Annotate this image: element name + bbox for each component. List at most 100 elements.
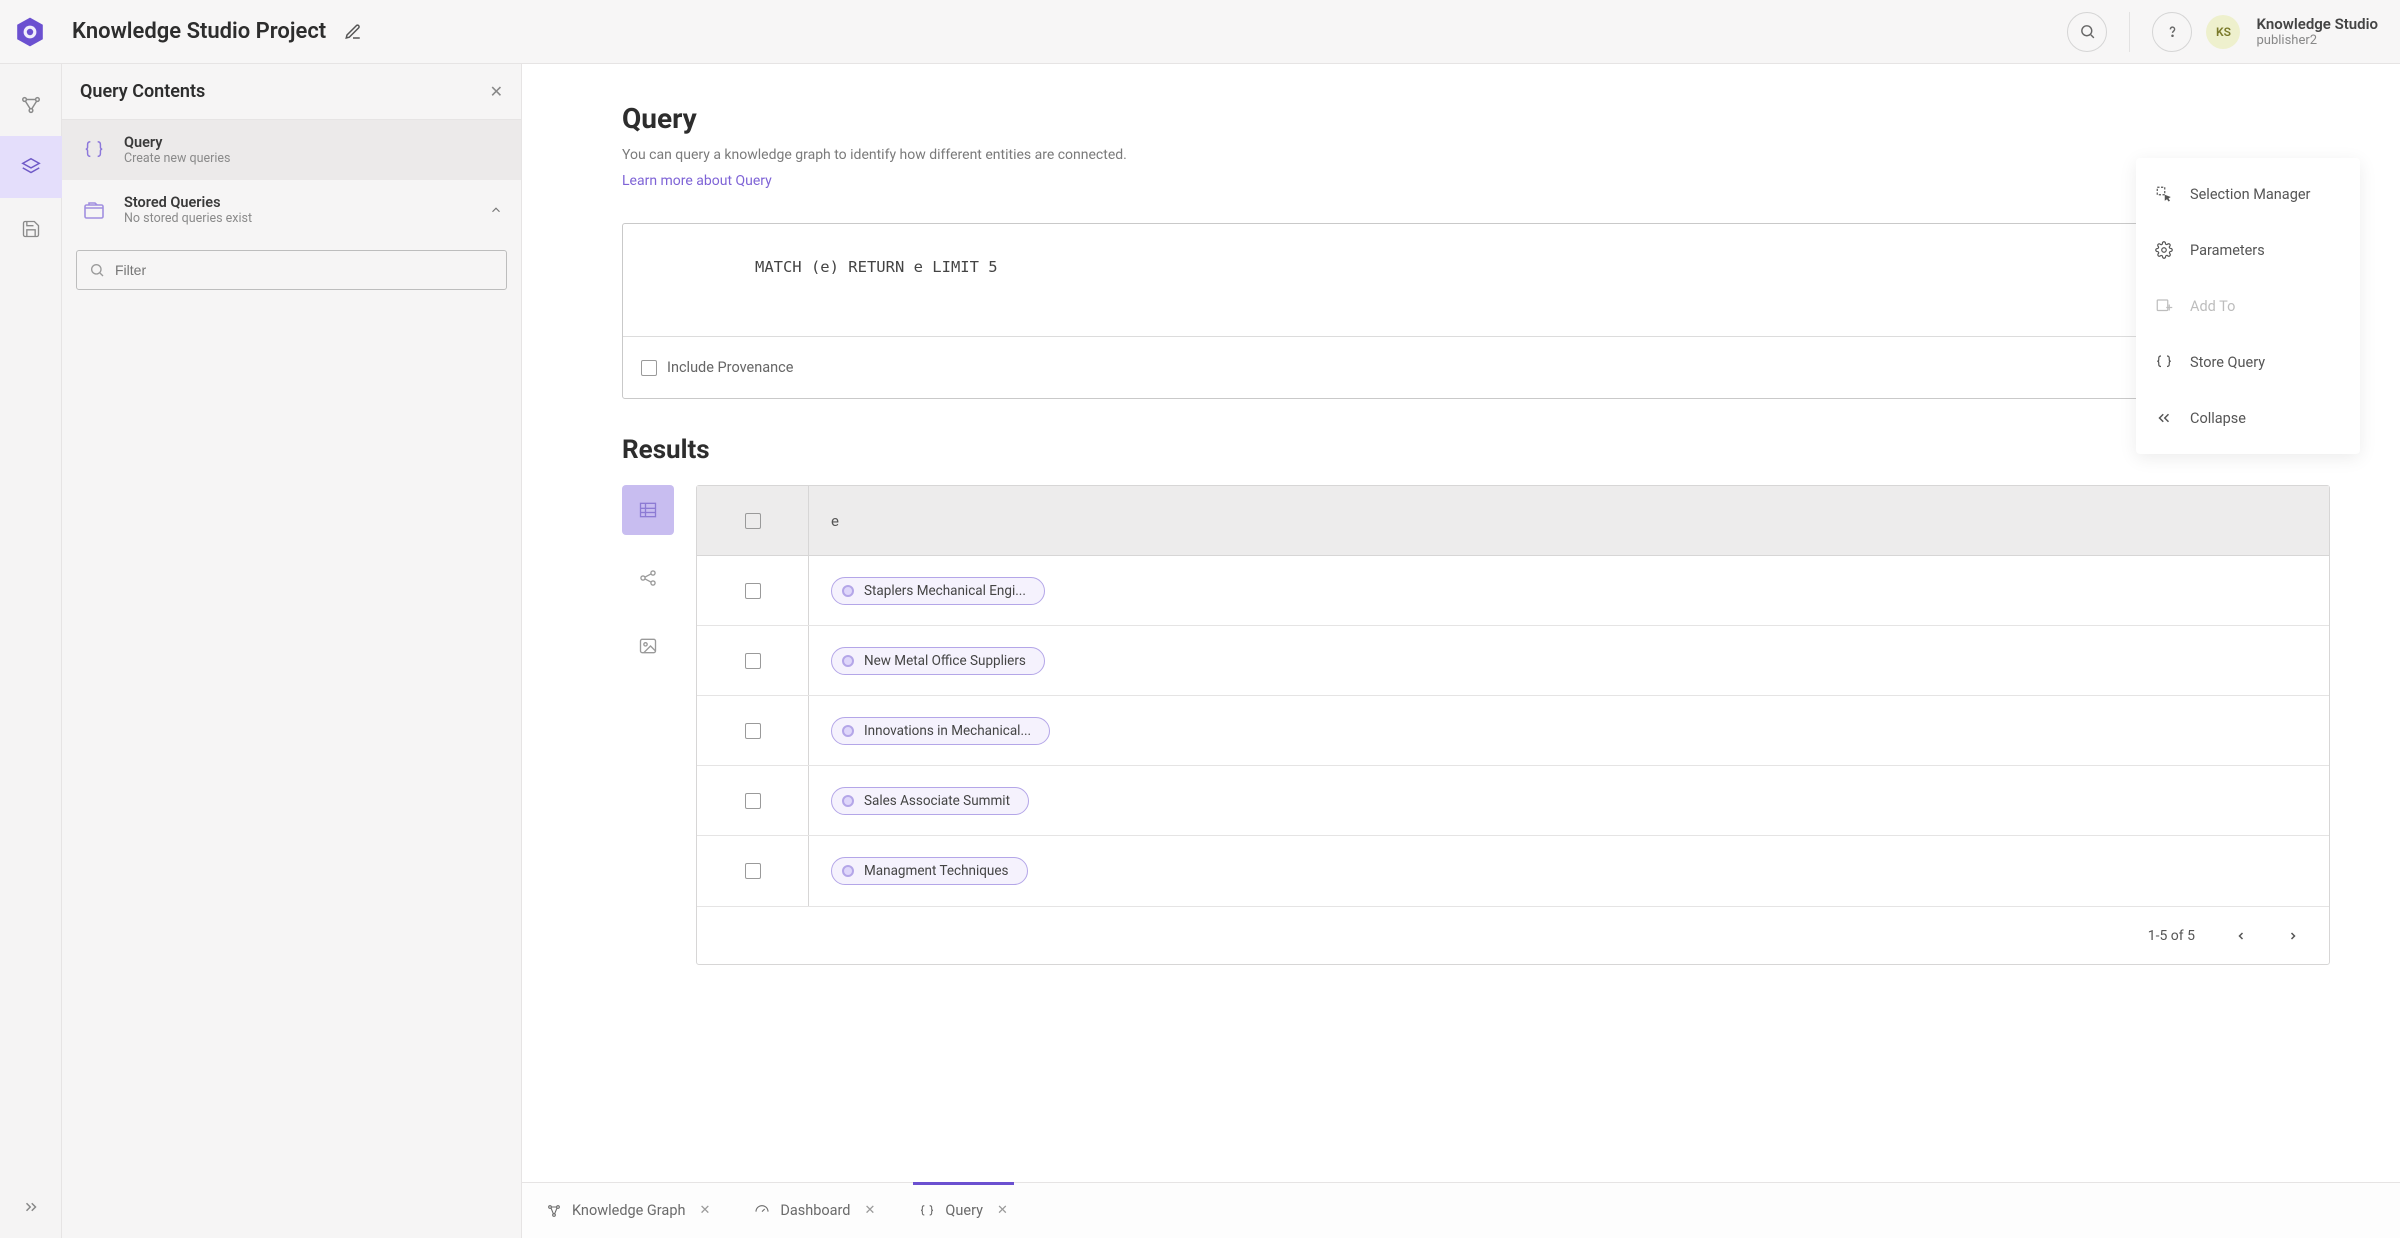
menu-item-label: Store Query bbox=[2190, 354, 2265, 371]
table-row[interactable]: Sales Associate Summit bbox=[697, 766, 2329, 836]
collapse-icon bbox=[2154, 409, 2174, 427]
sidepanel-item-title: Stored Queries bbox=[124, 194, 252, 211]
entity-dot-icon bbox=[842, 585, 854, 597]
row-checkbox[interactable] bbox=[745, 583, 761, 599]
row-checkbox[interactable] bbox=[745, 723, 761, 739]
close-sidepanel-icon[interactable]: ✕ bbox=[490, 82, 503, 101]
table-row[interactable]: Staplers Mechanical Engi... bbox=[697, 556, 2329, 626]
sidepanel-item-sub: Create new queries bbox=[124, 151, 231, 166]
menu-add-to: Add To bbox=[2136, 278, 2360, 334]
search-icon bbox=[89, 262, 105, 278]
entity-label: Innovations in Mechanical... bbox=[864, 723, 1031, 739]
include-provenance-label: Include Provenance bbox=[667, 359, 793, 376]
query-editor[interactable]: MATCH (e) RETURN e LIMIT 5 ⋰ bbox=[623, 224, 2329, 336]
entity-pill[interactable]: Managment Techniques bbox=[831, 857, 1028, 885]
tab-knowledge-graph[interactable]: Knowledge Graph ✕ bbox=[540, 1183, 716, 1238]
view-image-icon[interactable] bbox=[622, 621, 674, 671]
close-tab-icon[interactable]: ✕ bbox=[997, 1203, 1008, 1218]
actions-menu: Selection Manager Parameters Add To bbox=[2136, 158, 2360, 454]
pager: 1-5 of 5 bbox=[697, 906, 2329, 964]
sidepanel-item-title: Query bbox=[124, 134, 231, 151]
entity-dot-icon bbox=[842, 795, 854, 807]
row-checkbox[interactable] bbox=[745, 653, 761, 669]
user-block[interactable]: Knowledge Studio publisher2 bbox=[2256, 15, 2378, 48]
entity-dot-icon bbox=[842, 655, 854, 667]
app-logo bbox=[14, 16, 46, 48]
checkbox-icon bbox=[641, 360, 657, 376]
entity-pill[interactable]: Sales Associate Summit bbox=[831, 787, 1029, 815]
column-header[interactable]: e bbox=[809, 486, 2329, 555]
entity-label: Sales Associate Summit bbox=[864, 793, 1010, 809]
query-description: You can query a knowledge graph to ident… bbox=[622, 147, 1127, 163]
main: Query You can query a knowledge graph to… bbox=[522, 64, 2400, 1238]
query-box: MATCH (e) RETURN e LIMIT 5 ⋰ Include Pro… bbox=[622, 223, 2330, 399]
username: publisher2 bbox=[2256, 33, 2317, 48]
menu-item-label: Add To bbox=[2190, 298, 2235, 315]
menu-item-label: Parameters bbox=[2190, 242, 2265, 259]
include-provenance-checkbox[interactable]: Include Provenance bbox=[641, 359, 793, 376]
menu-selection-manager[interactable]: Selection Manager bbox=[2136, 166, 2360, 222]
entity-label: Staplers Mechanical Engi... bbox=[864, 583, 1026, 599]
table-row[interactable]: Managment Techniques bbox=[697, 836, 2329, 906]
menu-item-label: Selection Manager bbox=[2190, 186, 2310, 203]
pager-label: 1-5 of 5 bbox=[2148, 928, 2195, 944]
tab-query[interactable]: Query ✕ bbox=[913, 1183, 1013, 1238]
rail-item-layers[interactable] bbox=[0, 136, 62, 198]
topbar: Knowledge Studio Project KS Knowledge St… bbox=[0, 0, 2400, 64]
menu-store-query[interactable]: Store Query bbox=[2136, 334, 2360, 390]
filter-input[interactable] bbox=[76, 250, 507, 290]
menu-collapse[interactable]: Collapse bbox=[2136, 390, 2360, 446]
tab-label: Dashboard bbox=[780, 1202, 850, 1219]
table-header: e bbox=[697, 486, 2329, 556]
row-checkbox[interactable] bbox=[745, 793, 761, 809]
braces-icon bbox=[80, 139, 108, 161]
rail-expand-icon[interactable] bbox=[0, 1176, 62, 1238]
tab-label: Query bbox=[945, 1202, 983, 1219]
tab-label: Knowledge Graph bbox=[572, 1202, 685, 1219]
filter-input-field[interactable] bbox=[115, 262, 494, 278]
avatar[interactable]: KS bbox=[2206, 15, 2240, 49]
table-row[interactable]: New Metal Office Suppliers bbox=[697, 626, 2329, 696]
close-tab-icon[interactable]: ✕ bbox=[865, 1203, 876, 1218]
rail-item-graph[interactable] bbox=[0, 74, 62, 136]
learn-more-link[interactable]: Learn more about Query bbox=[622, 173, 772, 189]
selection-manager-icon bbox=[2154, 185, 2174, 203]
entity-pill[interactable]: Innovations in Mechanical... bbox=[831, 717, 1050, 745]
add-to-icon bbox=[2154, 297, 2174, 315]
product-name: Knowledge Studio bbox=[2256, 15, 2378, 33]
view-graph-icon[interactable] bbox=[622, 553, 674, 603]
rail-item-save[interactable] bbox=[0, 198, 62, 260]
braces-icon bbox=[2154, 353, 2174, 371]
select-all-checkbox[interactable] bbox=[745, 513, 761, 529]
view-mode-rail bbox=[622, 485, 674, 671]
results-heading: Results bbox=[622, 435, 2330, 465]
folder-icon bbox=[80, 198, 108, 222]
results-table: e Staplers Mechanical Engi... New Metal O… bbox=[696, 485, 2330, 965]
project-title: Knowledge Studio Project bbox=[72, 19, 326, 44]
pager-prev-icon[interactable] bbox=[2235, 930, 2247, 942]
entity-pill[interactable]: New Metal Office Suppliers bbox=[831, 647, 1045, 675]
entity-label: Managment Techniques bbox=[864, 863, 1009, 879]
divider bbox=[2129, 12, 2130, 52]
search-button[interactable] bbox=[2067, 12, 2107, 52]
entity-dot-icon bbox=[842, 725, 854, 737]
menu-parameters[interactable]: Parameters bbox=[2136, 222, 2360, 278]
dashboard-icon bbox=[754, 1203, 770, 1219]
table-row[interactable]: Innovations in Mechanical... bbox=[697, 696, 2329, 766]
gear-icon bbox=[2154, 241, 2174, 259]
row-checkbox[interactable] bbox=[745, 863, 761, 879]
close-tab-icon[interactable]: ✕ bbox=[699, 1203, 710, 1218]
sidepanel-item-sub: No stored queries exist bbox=[124, 211, 252, 226]
help-button[interactable] bbox=[2152, 12, 2192, 52]
sidepanel-item-stored-queries[interactable]: Stored Queries No stored queries exist bbox=[62, 180, 521, 240]
query-heading: Query bbox=[622, 102, 1127, 135]
chevron-up-icon[interactable] bbox=[489, 203, 503, 217]
tab-dashboard[interactable]: Dashboard ✕ bbox=[748, 1183, 881, 1238]
view-table-icon[interactable] bbox=[622, 485, 674, 535]
bottom-tabs: Knowledge Graph ✕ Dashboard ✕ Query ✕ bbox=[522, 1182, 2400, 1238]
entity-pill[interactable]: Staplers Mechanical Engi... bbox=[831, 577, 1045, 605]
braces-icon bbox=[919, 1203, 935, 1219]
sidepanel-item-query[interactable]: Query Create new queries bbox=[62, 120, 521, 180]
edit-title-icon[interactable] bbox=[344, 23, 362, 41]
pager-next-icon[interactable] bbox=[2287, 930, 2299, 942]
